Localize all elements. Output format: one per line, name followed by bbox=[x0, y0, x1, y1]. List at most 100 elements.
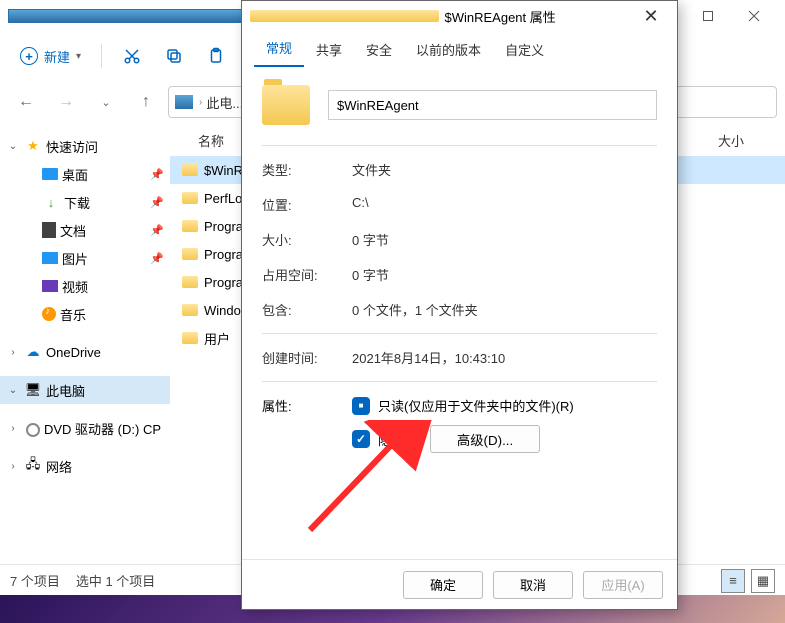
sidebar-video[interactable]: 视频 bbox=[0, 272, 170, 300]
size-value: 0 字节 bbox=[352, 230, 657, 249]
folder-icon bbox=[250, 10, 439, 22]
dialog-tabs: 常规 共享 安全 以前的版本 自定义 bbox=[242, 31, 677, 67]
sidebar: ⌄★快速访问 桌面📌 ↓下载📌 文档📌 图片📌 视频 音乐 ›☁OneDrive… bbox=[0, 124, 170, 564]
folder-icon bbox=[182, 192, 198, 204]
tab-security[interactable]: 安全 bbox=[354, 32, 404, 67]
sidebar-quick-access[interactable]: ⌄★快速访问 bbox=[0, 132, 170, 160]
apply-button[interactable]: 应用(A) bbox=[583, 571, 663, 599]
paste-icon[interactable] bbox=[196, 38, 236, 74]
type-value: 文件夹 bbox=[352, 160, 657, 179]
sidebar-label: 网络 bbox=[46, 457, 72, 476]
desktop-icon bbox=[42, 168, 58, 180]
tab-general[interactable]: 常规 bbox=[254, 30, 304, 67]
sidebar-label: 此电脑 bbox=[46, 381, 85, 400]
recent-dropdown[interactable]: ⌄ bbox=[88, 84, 124, 120]
folder-name-input[interactable] bbox=[328, 90, 657, 120]
hidden-checkbox[interactable] bbox=[352, 430, 370, 448]
network-icon: 🖧 bbox=[24, 458, 42, 474]
dialog-footer: 确定 取消 应用(A) bbox=[242, 559, 677, 609]
folder-large-icon bbox=[262, 85, 310, 125]
created-label: 创建时间: bbox=[262, 348, 352, 367]
attributes-label: 属性: bbox=[262, 396, 352, 463]
dialog-title: $WinREAgent 属性 bbox=[445, 7, 634, 26]
sidebar-pics[interactable]: 图片 📌 bbox=[0, 244, 170, 272]
sidebar-label: 图片 bbox=[62, 249, 88, 268]
disk-icon bbox=[175, 95, 193, 109]
crumb-sep: › bbox=[199, 97, 202, 108]
properties-dialog: $WinREAgent 属性 ✕ 常规 共享 安全 以前的版本 自定义 类型:文… bbox=[241, 0, 678, 610]
pin-icon: 📌 bbox=[150, 168, 164, 181]
ok-button[interactable]: 确定 bbox=[403, 571, 483, 599]
folder-icon bbox=[182, 276, 198, 288]
picture-icon bbox=[42, 252, 58, 264]
video-icon bbox=[42, 280, 58, 292]
col-size[interactable]: 大小 bbox=[710, 131, 752, 150]
sidebar-label: 桌面 bbox=[62, 165, 88, 184]
sidebar-label: 文档 bbox=[60, 221, 86, 240]
sidebar-music[interactable]: 音乐 bbox=[0, 300, 170, 328]
status-selection: 选中 1 个项目 bbox=[76, 571, 155, 590]
sizeondisk-label: 占用空间: bbox=[262, 265, 352, 284]
folder-icon bbox=[182, 332, 198, 344]
readonly-label: 只读(仅应用于文件夹中的文件)(R) bbox=[378, 396, 574, 415]
sidebar-label: 视频 bbox=[62, 277, 88, 296]
contains-label: 包含: bbox=[262, 300, 352, 319]
sidebar-label: OneDrive bbox=[46, 345, 101, 360]
separator bbox=[101, 44, 102, 68]
doc-icon bbox=[42, 222, 56, 238]
forward-button[interactable]: → bbox=[48, 84, 84, 120]
plus-icon: + bbox=[20, 47, 38, 65]
sidebar-download[interactable]: ↓下载 📌 bbox=[0, 188, 170, 216]
folder-icon bbox=[182, 164, 198, 176]
sidebar-dvd[interactable]: ›DVD 驱动器 (D:) CP bbox=[0, 414, 170, 442]
dvd-icon bbox=[24, 420, 40, 436]
close-button[interactable] bbox=[731, 0, 777, 32]
readonly-checkbox[interactable] bbox=[352, 397, 370, 415]
download-icon: ↓ bbox=[42, 194, 60, 210]
sidebar-label: 音乐 bbox=[60, 305, 86, 324]
folder-icon bbox=[182, 220, 198, 232]
folder-icon bbox=[182, 304, 198, 316]
up-button[interactable]: ↑ bbox=[128, 84, 164, 120]
sidebar-desktop[interactable]: 桌面 📌 bbox=[0, 160, 170, 188]
maximize-button[interactable] bbox=[685, 0, 731, 32]
size-label: 大小: bbox=[262, 230, 352, 249]
cloud-icon: ☁ bbox=[24, 344, 42, 360]
sidebar-this-pc[interactable]: ⌄🖥此电脑 bbox=[0, 376, 170, 404]
view-grid-icon[interactable]: ▦ bbox=[751, 569, 775, 593]
pin-icon: 📌 bbox=[150, 252, 164, 265]
sizeondisk-value: 0 字节 bbox=[352, 265, 657, 284]
close-button[interactable]: ✕ bbox=[633, 6, 669, 27]
pin-icon: 📌 bbox=[150, 196, 164, 209]
cancel-button[interactable]: 取消 bbox=[493, 571, 573, 599]
hidden-label: 隐藏(H) bbox=[378, 430, 422, 449]
chevron-down-icon: ▾ bbox=[76, 51, 81, 62]
dialog-titlebar: $WinREAgent 属性 ✕ bbox=[242, 1, 677, 31]
location-value: C:\ bbox=[352, 195, 657, 214]
sidebar-docs[interactable]: 文档 📌 bbox=[0, 216, 170, 244]
advanced-button[interactable]: 高级(D)... bbox=[430, 425, 540, 453]
created-value: 2021年8月14日，10:43:10 bbox=[352, 348, 657, 367]
folder-icon bbox=[182, 248, 198, 260]
pc-icon: 🖥 bbox=[24, 382, 42, 398]
view-details-icon[interactable]: ≡ bbox=[721, 569, 745, 593]
new-label: 新建 bbox=[44, 47, 70, 66]
tab-sharing[interactable]: 共享 bbox=[304, 32, 354, 67]
star-icon: ★ bbox=[24, 138, 42, 154]
dialog-body: 类型:文件夹 位置:C:\ 大小:0 字节 占用空间:0 字节 包含:0 个文件… bbox=[242, 67, 677, 559]
tab-previous[interactable]: 以前的版本 bbox=[404, 32, 493, 67]
pin-icon: 📌 bbox=[150, 224, 164, 237]
type-label: 类型: bbox=[262, 160, 352, 179]
location-label: 位置: bbox=[262, 195, 352, 214]
new-button[interactable]: + 新建 ▾ bbox=[10, 41, 91, 72]
back-button[interactable]: ← bbox=[8, 84, 44, 120]
crumb-pc[interactable]: 此电... bbox=[206, 93, 243, 112]
sidebar-label: DVD 驱动器 (D:) CP bbox=[44, 419, 161, 438]
tab-custom[interactable]: 自定义 bbox=[493, 32, 556, 67]
cut-icon[interactable] bbox=[112, 38, 152, 74]
sidebar-network[interactable]: ›🖧网络 bbox=[0, 452, 170, 480]
sidebar-label: 下载 bbox=[64, 193, 90, 212]
status-count: 7 个项目 bbox=[10, 571, 60, 590]
sidebar-onedrive[interactable]: ›☁OneDrive bbox=[0, 338, 170, 366]
copy-icon[interactable] bbox=[154, 38, 194, 74]
